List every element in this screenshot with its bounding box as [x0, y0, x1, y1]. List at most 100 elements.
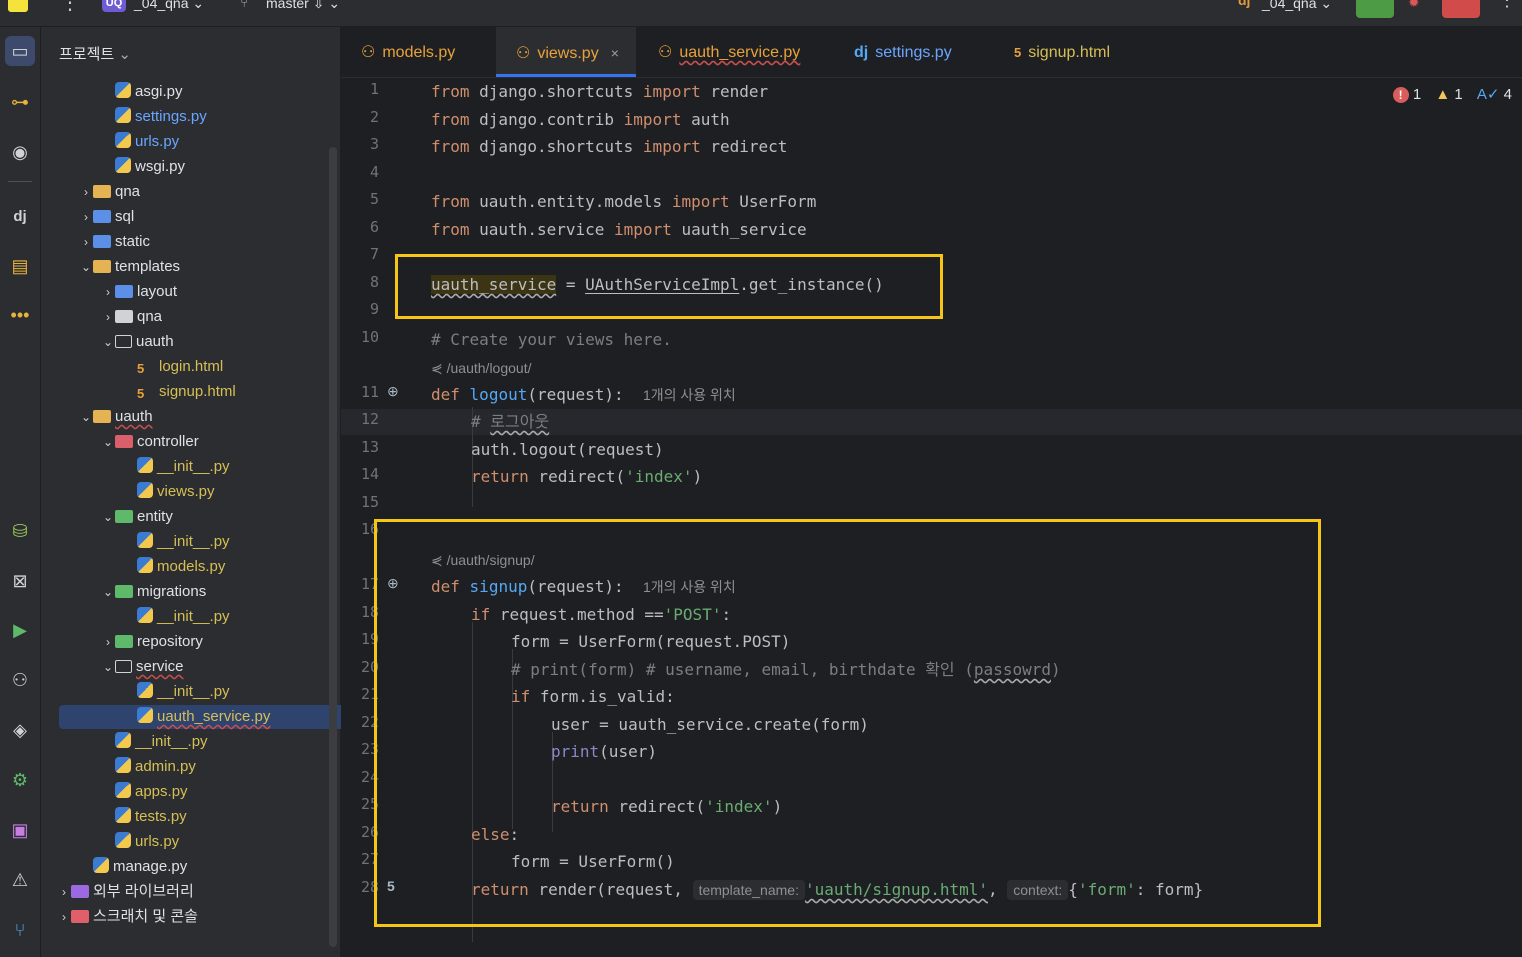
- app-logo-icon[interactable]: [8, 0, 28, 12]
- tree-item[interactable]: › layout: [41, 280, 177, 304]
- project-scrollbar[interactable]: [329, 147, 337, 947]
- branch-switcher[interactable]: master ⇩ ⌄: [266, 0, 340, 12]
- tree-item[interactable]: __init__.py: [41, 605, 230, 629]
- chevron-right-icon[interactable]: ›: [101, 305, 115, 329]
- tab-uauth-service-py[interactable]: ⚇ uauth_service.py: [638, 27, 848, 77]
- tree-item[interactable]: 5 signup.html: [41, 380, 236, 404]
- excel-icon[interactable]: ⊠: [5, 566, 35, 596]
- python-file-icon: [137, 707, 153, 723]
- debug-icon[interactable]: ✹: [1408, 0, 1420, 11]
- chevron-right-icon[interactable]: ›: [101, 630, 115, 654]
- chevron-right-icon[interactable]: ›: [57, 880, 71, 904]
- chevron-down-icon[interactable]: ⌄: [101, 330, 115, 354]
- folder-icon: [115, 335, 132, 348]
- tree-item[interactable]: ⌄ service: [41, 655, 184, 679]
- chevron-right-icon[interactable]: ›: [79, 205, 93, 229]
- settings-icon[interactable]: ⚙: [5, 765, 35, 795]
- tree-item[interactable]: __init__.py: [41, 530, 230, 554]
- route-hint[interactable]: ⋞ /uauth/logout/: [431, 356, 531, 380]
- django-icon[interactable]: dj: [5, 202, 35, 232]
- project-panel-header[interactable]: 프로젝트 ⌄: [59, 43, 131, 64]
- python-file-icon: [137, 682, 153, 698]
- chevron-down-icon[interactable]: ⌄: [101, 580, 115, 604]
- run-button[interactable]: [1356, 0, 1394, 18]
- line-number: 8: [369, 273, 379, 291]
- tree-item[interactable]: asgi.py: [41, 80, 183, 104]
- tree-item[interactable]: › static: [41, 230, 150, 254]
- github-icon[interactable]: ◉: [5, 137, 35, 167]
- project-badge[interactable]: UQ: [102, 0, 126, 12]
- chevron-down-icon[interactable]: ⌄: [79, 405, 93, 429]
- database-icon[interactable]: ⛁: [5, 516, 35, 546]
- tree-item[interactable]: models.py: [41, 555, 225, 579]
- tree-item[interactable]: settings.py: [41, 105, 207, 129]
- tab-models-py[interactable]: ⚇ models.py: [341, 27, 516, 77]
- chevron-down-icon[interactable]: ⌄: [101, 655, 115, 679]
- tree-item[interactable]: ⌄ uauth: [41, 405, 153, 429]
- main-menu-icon[interactable]: ⋮: [60, 0, 80, 15]
- tree-item[interactable]: urls.py: [41, 830, 179, 854]
- tree-item[interactable]: › repository: [41, 630, 203, 654]
- structure-icon[interactable]: ▤: [5, 251, 35, 281]
- tree-item[interactable]: ⌄ uauth: [41, 330, 174, 354]
- python-file-icon: [115, 82, 131, 98]
- tree-item[interactable]: __init__.py: [41, 455, 230, 479]
- tree-item[interactable]: manage.py: [41, 855, 187, 879]
- code-line: from django.shortcuts import redirect: [431, 137, 788, 156]
- commit-icon[interactable]: ⊶: [5, 87, 35, 117]
- tree-item[interactable]: urls.py: [41, 130, 179, 154]
- tree-item-label: __init__.py: [157, 458, 230, 475]
- run-config-selector[interactable]: _04_qna ⌄: [1262, 0, 1332, 12]
- tree-item[interactable]: ⌄ migrations: [41, 580, 206, 604]
- tab-settings-py[interactable]: dj settings.py: [834, 27, 1009, 77]
- tree-item[interactable]: ⌄ controller: [41, 430, 199, 454]
- layers-icon[interactable]: ◈: [5, 715, 35, 745]
- tab-signup-html[interactable]: 5 signup.html: [994, 27, 1174, 77]
- tree-item[interactable]: views.py: [41, 480, 215, 504]
- tree-item[interactable]: › sql: [41, 205, 134, 229]
- tree-item[interactable]: ⌄ templates: [41, 255, 180, 279]
- python-icon[interactable]: ⚇: [5, 665, 35, 695]
- tree-item[interactable]: admin.py: [41, 755, 196, 779]
- problems-icon[interactable]: ⚠: [5, 865, 35, 895]
- tree-item[interactable]: 5 login.html: [41, 355, 223, 379]
- tree-item[interactable]: __init__.py: [41, 730, 208, 754]
- endpoint-icon[interactable]: ⊕: [387, 383, 399, 400]
- tree-item[interactable]: › qna: [41, 305, 162, 329]
- close-icon[interactable]: ×: [611, 45, 619, 61]
- chevron-right-icon[interactable]: ›: [79, 180, 93, 204]
- tree-item-label: wsgi.py: [135, 158, 186, 175]
- git-icon[interactable]: ⑂: [5, 915, 35, 945]
- tree-item-label: entity: [137, 508, 173, 525]
- tree-item[interactable]: apps.py: [41, 780, 188, 804]
- chevron-down-icon[interactable]: ⌄: [101, 505, 115, 529]
- tree-item[interactable]: › qna: [41, 180, 140, 204]
- tree-item[interactable]: › 스크래치 및 콘솔: [41, 905, 198, 929]
- run-icon[interactable]: ▶: [5, 615, 35, 645]
- chevron-right-icon[interactable]: ›: [57, 905, 71, 929]
- folder-icon: [93, 210, 111, 223]
- tree-item[interactable]: uauth_service.py: [59, 705, 389, 729]
- project-icon[interactable]: ▭: [5, 36, 35, 66]
- project-switcher[interactable]: _04_qna ⌄: [134, 0, 204, 12]
- tab-views-py[interactable]: ⚇ views.py ×: [496, 27, 636, 77]
- tree-item[interactable]: tests.py: [41, 805, 187, 829]
- more-actions-icon[interactable]: ⋮: [1498, 0, 1516, 11]
- stop-button[interactable]: [1442, 0, 1480, 18]
- tree-item[interactable]: wsgi.py: [41, 155, 185, 179]
- chevron-down-icon: ⌄: [1320, 0, 1333, 11]
- terminal-icon[interactable]: ▣: [5, 815, 35, 845]
- tree-item[interactable]: › 외부 라이브러리: [41, 880, 194, 904]
- more-icon[interactable]: •••: [5, 300, 35, 330]
- chevron-right-icon[interactable]: ›: [101, 280, 115, 304]
- usage-hint[interactable]: 1개의 사용 위치: [643, 387, 736, 403]
- code-line: from uauth.service import uauth_service: [431, 220, 807, 239]
- tree-item[interactable]: __init__.py: [41, 680, 230, 704]
- code-line: def logout(request): 1개의 사용 위치: [431, 385, 736, 404]
- chevron-right-icon[interactable]: ›: [79, 230, 93, 254]
- tree-item-label: uauth_service.py: [157, 708, 271, 725]
- chevron-down-icon: ⌄: [192, 0, 205, 11]
- tree-item[interactable]: ⌄ entity: [41, 505, 173, 529]
- chevron-down-icon[interactable]: ⌄: [79, 255, 93, 279]
- chevron-down-icon[interactable]: ⌄: [101, 430, 115, 454]
